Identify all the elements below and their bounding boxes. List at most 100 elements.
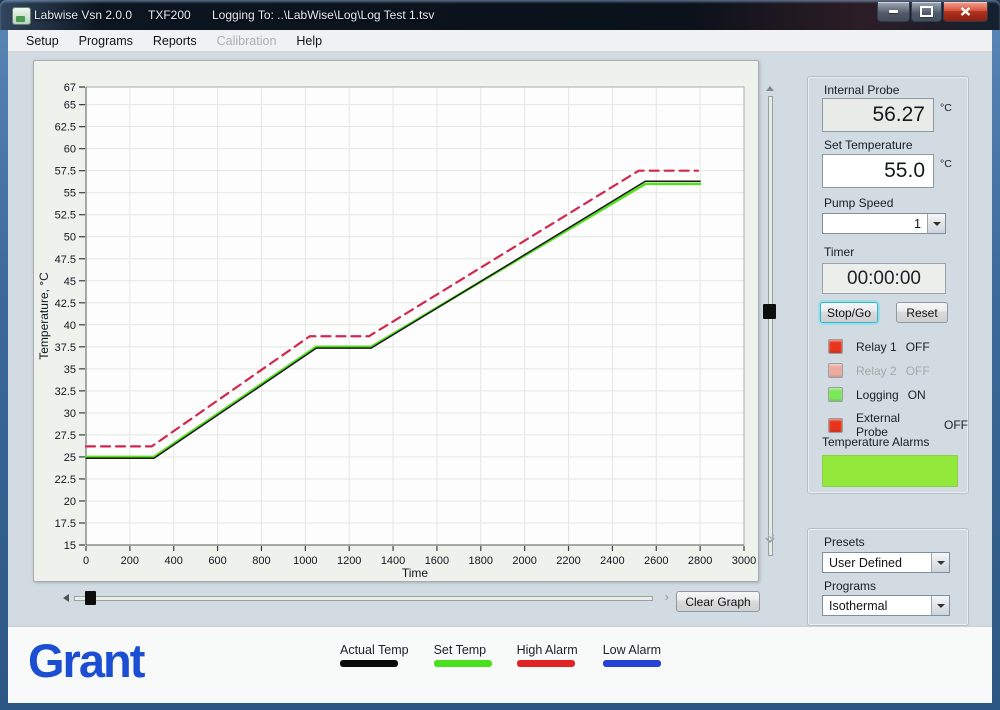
logging-state: ON <box>908 388 926 402</box>
svg-text:62.5: 62.5 <box>55 122 76 134</box>
chevron-down-icon <box>937 604 945 608</box>
svg-text:45: 45 <box>64 276 76 288</box>
svg-text:60: 60 <box>64 144 76 156</box>
minimize-button[interactable] <box>877 2 910 22</box>
internal-probe-unit: °C <box>940 102 952 114</box>
logging-path: Logging To: ..\LabWise\Log\Log Test 1.ts… <box>212 8 434 22</box>
relay1-state: OFF <box>906 340 930 354</box>
svg-text:50: 50 <box>64 232 76 244</box>
set-temperature-input[interactable]: 55.0 <box>822 154 934 188</box>
relay1-label: Relay 1 <box>856 340 897 354</box>
horizontal-scroll-track[interactable] <box>74 596 653 601</box>
close-button[interactable] <box>943 2 988 22</box>
set-temperature-label: Set Temperature <box>824 138 913 152</box>
window-title: Labwise Vsn 2.0.0 <box>34 8 132 22</box>
legend-swatch <box>340 660 398 667</box>
logging-label: Logging <box>856 388 899 402</box>
vertical-scrollbar[interactable] <box>761 82 779 560</box>
horizontal-scrollbar[interactable]: › <box>63 590 669 606</box>
svg-text:47.5: 47.5 <box>55 254 76 266</box>
svg-text:57.5: 57.5 <box>55 166 76 178</box>
scroll-left-icon[interactable] <box>63 594 69 602</box>
presets-value: User Defined <box>823 553 931 572</box>
svg-text:400: 400 <box>165 555 183 567</box>
svg-text:800: 800 <box>252 555 270 567</box>
svg-text:17.5: 17.5 <box>55 518 76 530</box>
horizontal-scroll-thumb[interactable] <box>85 591 96 605</box>
svg-text:15: 15 <box>64 540 76 552</box>
menu-bar: Setup Programs Reports Calibration Help <box>8 30 992 52</box>
reset-button[interactable]: Reset <box>896 302 948 323</box>
legend-swatch <box>517 660 575 667</box>
menu-setup[interactable]: Setup <box>16 32 69 50</box>
pump-speed-dropdown-button[interactable] <box>927 214 945 233</box>
legend-swatch <box>434 660 492 667</box>
legend-swatch <box>603 660 661 667</box>
legend-actual-temp: Actual Temp <box>340 643 409 667</box>
client-area: 1517.52022.52527.53032.53537.54042.54547… <box>8 52 992 702</box>
legend-label: High Alarm <box>517 643 578 657</box>
svg-text:1200: 1200 <box>337 555 361 567</box>
relay1-status-light <box>828 339 843 354</box>
internal-probe-label: Internal Probe <box>824 83 899 97</box>
menu-reports[interactable]: Reports <box>143 32 207 50</box>
temperature-chart: 1517.52022.52527.53032.53537.54042.54547… <box>34 61 756 579</box>
set-temperature-unit: °C <box>940 158 952 170</box>
svg-text:1800: 1800 <box>469 555 493 567</box>
scroll-right-icon[interactable]: › <box>665 589 669 604</box>
grant-logo: Grant <box>28 633 143 688</box>
legend-label: Set Temp <box>434 643 492 657</box>
menu-calibration: Calibration <box>207 32 287 50</box>
relay2-status-light <box>828 363 843 378</box>
svg-text:20: 20 <box>64 496 76 508</box>
timer-value: 00:00:00 <box>822 263 946 294</box>
minimize-icon <box>889 10 898 13</box>
close-icon <box>960 7 971 16</box>
pump-speed-label: Pump Speed <box>824 196 893 210</box>
svg-text:55: 55 <box>64 188 76 200</box>
svg-text:30: 30 <box>64 408 76 420</box>
title-bar: Labwise Vsn 2.0.0 TXF200 Logging To: ..\… <box>0 0 1000 30</box>
relay2-indicator: Relay 2 OFF <box>828 363 930 378</box>
scroll-up-icon[interactable] <box>766 86 774 91</box>
svg-text:52.5: 52.5 <box>55 210 76 222</box>
programs-label: Programs <box>824 579 876 593</box>
logging-indicator: Logging ON <box>828 387 926 402</box>
svg-text:1600: 1600 <box>425 555 449 567</box>
svg-text:200: 200 <box>121 555 139 567</box>
chart-resize-grip-icon[interactable] <box>762 532 778 548</box>
legend-label: Actual Temp <box>340 643 409 657</box>
programs-dropdown-button[interactable] <box>931 596 949 615</box>
svg-text:27.5: 27.5 <box>55 430 76 442</box>
svg-text:2000: 2000 <box>512 555 536 567</box>
svg-text:3000: 3000 <box>732 555 756 567</box>
app-icon <box>12 7 31 25</box>
svg-text:2200: 2200 <box>556 555 580 567</box>
vertical-scroll-thumb[interactable] <box>763 304 776 319</box>
presets-label: Presets <box>824 535 865 549</box>
svg-text:2600: 2600 <box>644 555 668 567</box>
stop-go-button[interactable]: Stop/Go <box>820 302 878 323</box>
svg-text:2800: 2800 <box>688 555 712 567</box>
presets-select[interactable]: User Defined <box>822 552 950 573</box>
svg-text:Temperature, °C: Temperature, °C <box>37 272 51 360</box>
programs-select[interactable]: Isothermal <box>822 595 950 616</box>
svg-text:25: 25 <box>64 452 76 464</box>
vertical-scroll-track[interactable] <box>768 96 773 556</box>
svg-text:0: 0 <box>83 555 89 567</box>
menu-programs[interactable]: Programs <box>69 32 143 50</box>
logging-status-light <box>828 387 843 402</box>
window-controls <box>876 2 988 22</box>
svg-text:42.5: 42.5 <box>55 298 76 310</box>
timer-label: Timer <box>824 245 854 259</box>
maximize-button[interactable] <box>911 2 942 22</box>
presets-dropdown-button[interactable] <box>931 553 949 572</box>
control-panel: Internal Probe 56.27 °C Set Temperature … <box>807 76 969 494</box>
clear-graph-button[interactable]: Clear Graph <box>676 591 760 612</box>
legend-low-alarm: Low Alarm <box>603 643 661 667</box>
svg-text:2400: 2400 <box>600 555 624 567</box>
chevron-down-icon <box>933 222 941 226</box>
temperature-alarms-label: Temperature Alarms <box>822 435 929 449</box>
menu-help[interactable]: Help <box>286 32 332 50</box>
pump-speed-select[interactable]: 1 <box>822 213 946 234</box>
